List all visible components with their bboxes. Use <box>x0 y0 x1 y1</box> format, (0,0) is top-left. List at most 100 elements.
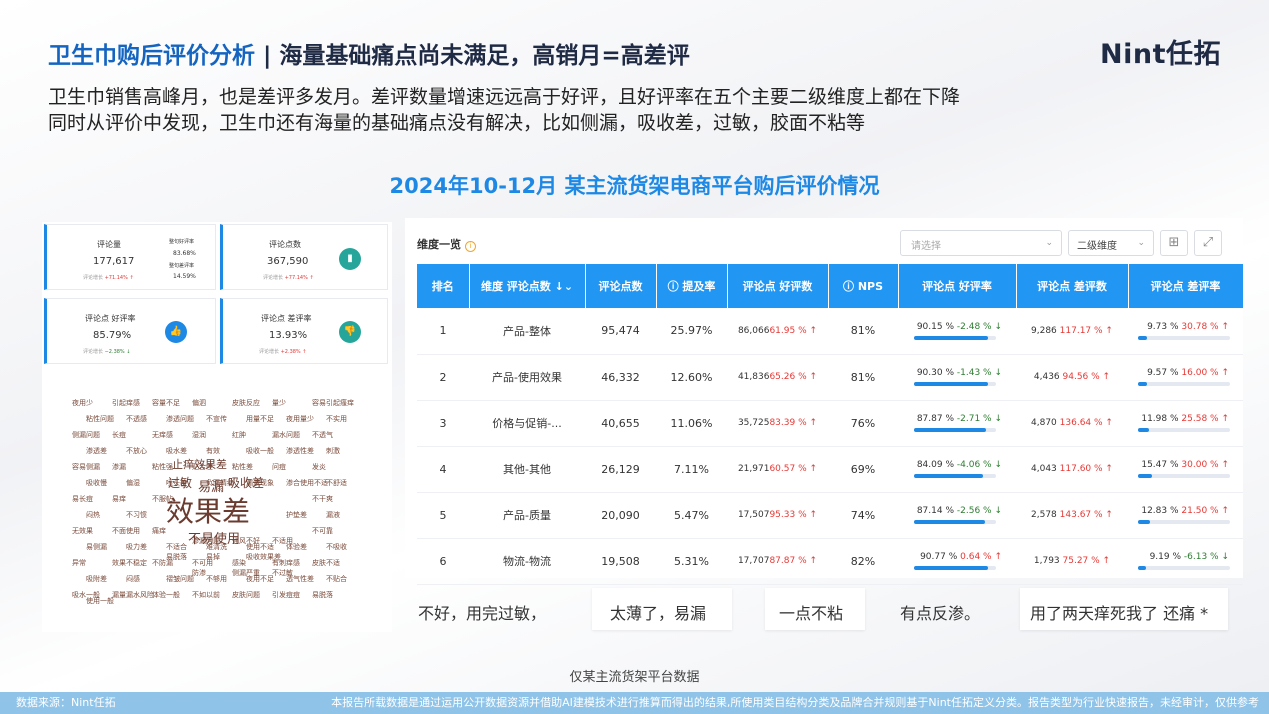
header-nps[interactable]: ⓘ NPS <box>828 264 899 308</box>
cell-points: 95,474 <box>585 308 656 355</box>
dimension-select[interactable]: 请选择 ⌄ <box>900 230 1062 256</box>
header-bad-count[interactable]: 评论点 差评数 <box>1016 264 1129 308</box>
level-select[interactable]: 二级维度 ⌄ <box>1068 230 1154 256</box>
table-row[interactable]: 1 产品-整体 95,474 25.97% 86,06661.95 % ↑ 81% 90.1… <box>417 308 1243 355</box>
description-line-2: 同时从评价中发现，卫生巾还有海量的基础痛点没有解决，比如侧漏，吸收差，过敏，胶面… <box>48 112 866 134</box>
table-row[interactable]: 6 物流-物流 19,508 5.31% 17,70787.87 % ↑ 82% 90.77… <box>417 538 1243 585</box>
cell-dimension: 产品-整体 <box>469 308 585 355</box>
header-bad-rate[interactable]: 评论点 差评率 <box>1128 264 1244 308</box>
cell-points: 20,090 <box>585 492 656 539</box>
cloud-word: 侧漏问题 <box>72 431 100 439</box>
cloud-word: 不透气 <box>312 431 333 439</box>
cloud-word: 漏水问题 <box>272 431 300 439</box>
good-rate-bar <box>914 520 996 524</box>
thumbs-up-icon: 👍 <box>165 321 187 343</box>
cell-good-rate: 90.77 % 0.64 % ↑ <box>898 538 1016 585</box>
cloud-word: 引发痘痘 <box>272 591 300 599</box>
cloud-word: 不可用 <box>192 559 213 567</box>
cloud-word: 使用不适 <box>246 543 274 551</box>
cloud-word: 护垫差 <box>286 511 307 519</box>
cloud-word: 异常 <box>72 559 86 567</box>
cloud-word: 偏湿 <box>126 479 140 487</box>
title-separator: | <box>255 43 280 69</box>
cell-good-count: 21,97160.57 % ↑ <box>727 446 828 493</box>
header-dimension[interactable]: 维度 评论点数 ↓⌄ <box>469 264 586 308</box>
cloud-word: 吸收一般 <box>246 447 274 455</box>
stat-value: 177,617 <box>93 256 135 267</box>
page-title: 卫生巾购后评价分析 | 海量基础痛点尚未满足，高销月=高差评 <box>48 36 690 70</box>
table-row[interactable]: 4 其他-其他 26,129 7.11% 21,97160.57 % ↑ 69% 84.09… <box>417 446 1243 493</box>
bad-rate-bar <box>1138 382 1230 386</box>
grid-view-icon[interactable]: ⊞ <box>1160 230 1188 256</box>
cloud-word: 不习惯 <box>126 511 147 519</box>
thumbs-down-icon: 👎 <box>339 321 361 343</box>
cell-nps: 76% <box>828 400 898 447</box>
cell-dimension: 物流-物流 <box>469 538 585 585</box>
cell-mention: 7.11% <box>656 446 727 493</box>
cloud-word: 使用一般 <box>86 597 114 605</box>
stat-change: 评论增长 +2.38% ↑ <box>259 349 307 355</box>
cloud-word: 不放心 <box>126 447 147 455</box>
cell-dimension: 价格与促销-... <box>469 400 585 447</box>
cloud-word: 渗透性差 <box>286 447 314 455</box>
table-row[interactable]: 2 产品-使用效果 46,332 12.60% 41,83665.26 % ↑ 81% 90… <box>417 354 1243 401</box>
header-good-count[interactable]: 评论点 好评数 <box>727 264 829 308</box>
mini-value: 83.68% <box>173 250 196 257</box>
cloud-word: 容易引起瘙痒 <box>312 399 354 407</box>
cloud-word: 漏液 <box>326 511 340 519</box>
cloud-word: 感染 <box>232 559 246 567</box>
cell-nps: 81% <box>828 308 898 355</box>
cell-rank: 5 <box>417 492 469 539</box>
header-good-rate[interactable]: 评论点 好评率 <box>898 264 1017 308</box>
review-quote: 一点不粘 <box>765 588 865 630</box>
stat-change: 评论增长 +71.14% ↑ <box>83 275 134 281</box>
cloud-word: 长痘 <box>112 431 126 439</box>
cloud-word: 渗合使用不适 <box>286 479 328 487</box>
review-quote: 太薄了，易漏 <box>592 588 732 630</box>
cloud-word: 效果差 <box>166 495 251 528</box>
section-subtitle: 2024年10-12月 某主流货架电商平台购后评价情况 <box>389 174 880 198</box>
cell-good-rate: 90.15 % -2.48 % ↓ <box>898 308 1016 355</box>
bad-rate-bar <box>1138 335 1230 340</box>
cloud-word: 防渗 <box>192 569 206 577</box>
cell-good-count: 17,50795.33 % ↑ <box>727 492 828 539</box>
header-mention[interactable]: ⓘ 提及率 <box>656 264 728 308</box>
fullscreen-icon[interactable]: ⤢ <box>1194 230 1222 256</box>
cloud-word: 不透感 <box>126 415 147 423</box>
cloud-word: 无痒感 <box>152 431 173 439</box>
cell-bad-count: 4,043 117.60 % ↑ <box>1016 446 1128 493</box>
good-rate-bar <box>914 474 996 478</box>
review-quote: 不好，用完过敏， <box>418 604 547 623</box>
cloud-word: 粘性强 <box>152 463 173 471</box>
cell-mention: 12.60% <box>656 354 727 401</box>
info-icon[interactable]: i <box>465 241 476 252</box>
table-row[interactable]: 5 产品-质量 20,090 5.47% 17,50795.33 % ↑ 74% 87.14… <box>417 492 1243 539</box>
cell-good-rate: 84.09 % -4.06 % ↓ <box>898 446 1016 493</box>
cloud-word: 红肿 <box>232 431 246 439</box>
cloud-word: 效果不稳定 <box>112 559 147 567</box>
cell-points: 19,508 <box>585 538 656 585</box>
title-topic: 卫生巾购后评价分析 <box>48 43 255 69</box>
mini-label: 整句差评率 <box>169 263 195 269</box>
good-rate-bar <box>914 566 996 570</box>
good-rate-bar <box>914 428 996 432</box>
cell-bad-rate: 12.83 % 21.50 % ↑ <box>1128 492 1243 539</box>
cell-bad-count: 4,436 94.56 % ↑ <box>1016 354 1128 401</box>
cloud-word: 容易侧漏 <box>72 463 100 471</box>
stat-change: 评论增长 +77.14% ↑ <box>263 275 314 281</box>
cloud-word: 粘性问题 <box>86 415 114 423</box>
nint-logo: Nint任拓 <box>1100 39 1221 70</box>
dimension-table: 排名 维度 评论点数 ↓⌄ 评论点数 ⓘ 提及率 评论点 好评数 ⓘ NPS 评… <box>417 264 1244 585</box>
cloud-word: 痛痒 <box>152 527 166 535</box>
cell-good-rate: 87.14 % -2.56 % ↓ <box>898 492 1016 539</box>
cell-rank: 2 <box>417 354 469 401</box>
cloud-word: 量少 <box>272 399 286 407</box>
header-points[interactable]: 评论点数 <box>585 264 657 308</box>
cloud-word: 夜用少 <box>72 399 93 407</box>
cell-nps: 82% <box>828 538 898 585</box>
table-row[interactable]: 3 价格与促销-... 40,655 11.06% 35,72583.39 % ↑ 76%… <box>417 400 1243 447</box>
cloud-word: 粘性差 <box>232 463 253 471</box>
cell-rank: 3 <box>417 400 469 447</box>
cloud-word: 不实用 <box>326 415 347 423</box>
cloud-word: 引起痒感 <box>112 399 140 407</box>
